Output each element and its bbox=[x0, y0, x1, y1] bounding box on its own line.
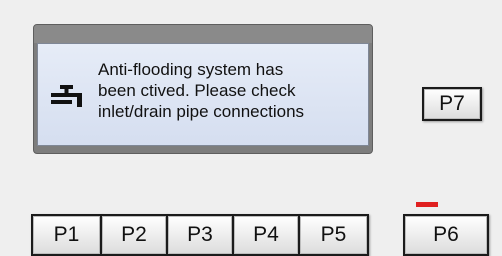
p1-button[interactable]: P1 bbox=[31, 214, 102, 256]
p6-button[interactable]: P6 bbox=[403, 214, 489, 256]
message-panel: Anti-flooding system has been ctived. Pl… bbox=[37, 43, 369, 146]
anti-flooding-message: Anti-flooding system has been ctived. Pl… bbox=[98, 60, 305, 121]
p6-indicator-light bbox=[416, 202, 438, 207]
p7-button[interactable]: P7 bbox=[422, 87, 482, 121]
p4-button[interactable]: P4 bbox=[232, 214, 300, 256]
tap-icon bbox=[51, 85, 82, 107]
screen-title-bar bbox=[34, 25, 372, 43]
display-screen: Anti-flooding system has been ctived. Pl… bbox=[33, 24, 373, 154]
p2-button[interactable]: P2 bbox=[100, 214, 168, 256]
p3-button[interactable]: P3 bbox=[166, 214, 234, 256]
p5-button[interactable]: P5 bbox=[298, 214, 369, 256]
